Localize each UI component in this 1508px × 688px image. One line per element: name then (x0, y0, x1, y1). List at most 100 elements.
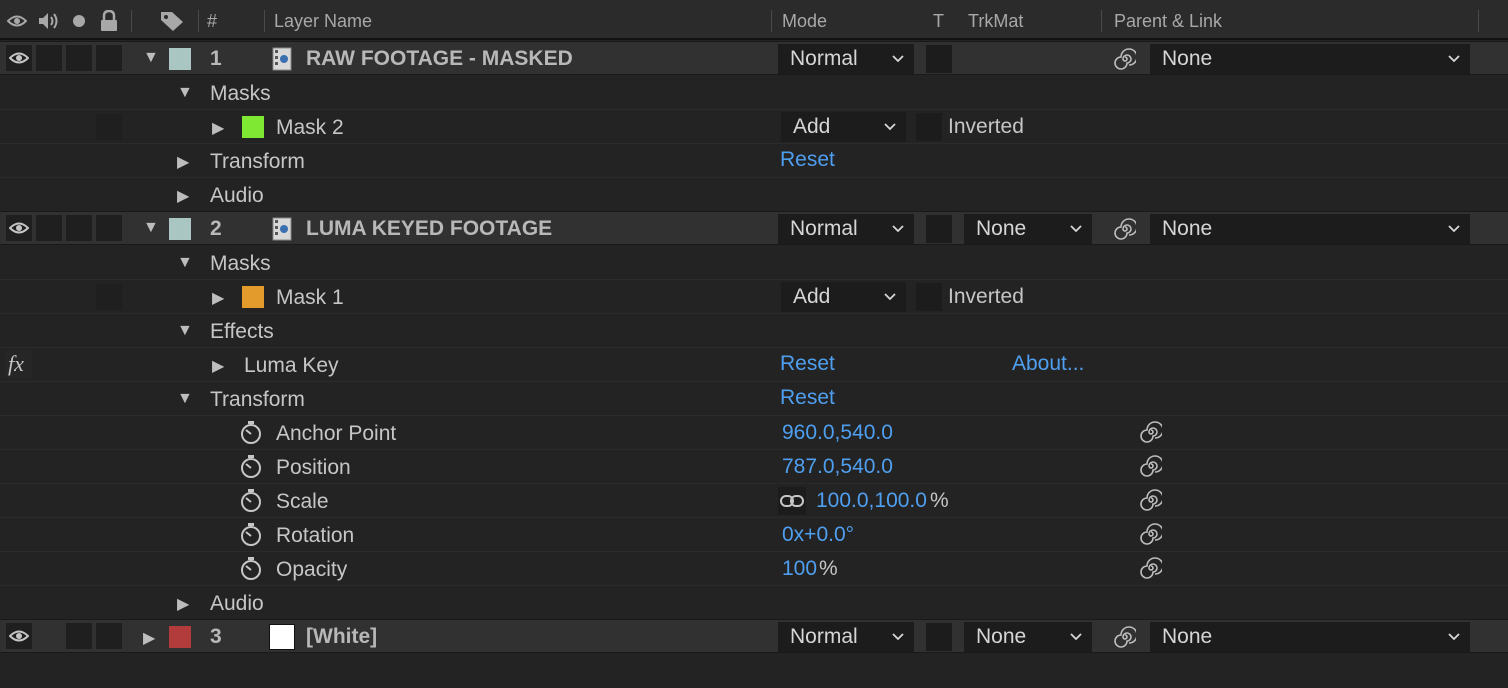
layer-visibility-toggle[interactable] (6, 45, 32, 71)
header-t[interactable]: T (933, 11, 944, 32)
layer-name[interactable]: LUMA KEYED FOOTAGE (306, 217, 552, 241)
pickwhip-spiral-icon[interactable] (1112, 46, 1138, 72)
parent-dropdown[interactable]: None (1150, 44, 1470, 74)
effect-reset-link[interactable]: Reset (780, 352, 835, 376)
lock-toggle[interactable] (96, 45, 122, 71)
collapse-triangle[interactable]: ▶ (212, 118, 224, 138)
preserve-transparency-toggle[interactable] (926, 45, 952, 73)
layer-row[interactable]: ▼ 1 RAW FOOTAGE - MASKED Normal None (0, 41, 1508, 75)
solo-toggle[interactable] (66, 623, 92, 649)
collapse-triangle[interactable]: ▶ (212, 356, 224, 376)
eye-icon[interactable] (6, 8, 28, 34)
mask-color-swatch[interactable] (242, 116, 264, 138)
blend-mode-dropdown[interactable]: Normal (778, 214, 914, 244)
property-row-position[interactable]: Position 787.0,540.0 (0, 450, 1508, 484)
mask-inverted-checkbox[interactable] (916, 113, 942, 141)
solo-toggle[interactable] (66, 45, 92, 71)
property-row-rotation[interactable]: Rotation 0x+0.0° (0, 518, 1508, 552)
pickwhip-spiral-icon[interactable] (1112, 624, 1138, 650)
expand-triangle[interactable]: ▼ (143, 49, 159, 67)
mask-row[interactable]: ▶ Mask 1 Add Inverted (0, 280, 1508, 314)
solo-dot-icon[interactable] (70, 8, 88, 34)
track-matte-dropdown[interactable]: None (964, 214, 1092, 244)
preserve-transparency-toggle[interactable] (926, 623, 952, 651)
solo-toggle[interactable] (66, 215, 92, 241)
blend-mode-dropdown[interactable]: Normal (778, 44, 914, 74)
property-row-opacity[interactable]: Opacity 100 % (0, 552, 1508, 586)
blend-mode-dropdown[interactable]: Normal (778, 622, 914, 652)
layer-visibility-toggle[interactable] (6, 623, 32, 649)
mask-lock-toggle[interactable] (96, 284, 122, 310)
mask-inverted-checkbox[interactable] (916, 283, 942, 311)
lock-icon[interactable] (98, 8, 120, 34)
collapse-triangle[interactable]: ▶ (177, 152, 189, 172)
mask-row[interactable]: ▶ Mask 2 Add Inverted (0, 110, 1508, 144)
mask-name[interactable]: Mask 2 (276, 116, 344, 140)
masks-group-row[interactable]: ▼ Masks (0, 76, 1508, 110)
audio-toggle[interactable] (36, 215, 62, 241)
effects-group-row[interactable]: ▼ Effects (0, 314, 1508, 348)
transform-reset-link[interactable]: Reset (780, 148, 835, 172)
stopwatch-icon[interactable] (238, 454, 264, 480)
pickwhip-spiral-icon[interactable] (1138, 555, 1164, 581)
layer-row[interactable]: ▶ 3 [White] Normal None None (0, 619, 1508, 653)
header-parent-link[interactable]: Parent & Link (1114, 11, 1222, 32)
transform-group-row[interactable]: ▶ Transform Reset (0, 144, 1508, 178)
expand-triangle[interactable]: ▼ (177, 254, 193, 272)
mask-name[interactable]: Mask 1 (276, 286, 344, 310)
mask-color-swatch[interactable] (242, 286, 264, 308)
expand-triangle[interactable]: ▼ (143, 219, 159, 237)
effect-name[interactable]: Luma Key (244, 354, 339, 378)
stopwatch-icon[interactable] (238, 420, 264, 446)
collapse-triangle[interactable]: ▶ (212, 288, 224, 308)
property-value[interactable]: 960.0,540.0 (782, 421, 893, 445)
audio-toggle[interactable] (36, 45, 62, 71)
transform-reset-link[interactable]: Reset (780, 386, 835, 410)
stopwatch-icon[interactable] (238, 488, 264, 514)
mask-mode-dropdown[interactable]: Add (781, 282, 906, 312)
layer-name[interactable]: RAW FOOTAGE - MASKED (306, 47, 573, 71)
expand-triangle[interactable]: ▼ (177, 322, 193, 340)
audio-group-row[interactable]: ▶ Audio (0, 586, 1508, 620)
layer-name[interactable]: [White] (306, 625, 377, 649)
header-layer-name[interactable]: Layer Name (274, 11, 372, 32)
layer-row[interactable]: ▼ 2 LUMA KEYED FOOTAGE Normal None None (0, 211, 1508, 245)
audio-speaker-icon[interactable] (36, 8, 62, 34)
preserve-transparency-toggle[interactable] (926, 215, 952, 243)
layer-visibility-toggle[interactable] (6, 215, 32, 241)
fx-toggle[interactable]: fx (6, 350, 32, 378)
mask-lock-toggle[interactable] (96, 114, 122, 140)
effect-about-link[interactable]: About... (1012, 352, 1084, 376)
pickwhip-spiral-icon[interactable] (1138, 521, 1164, 547)
label-color-swatch[interactable] (169, 48, 191, 70)
masks-group-row[interactable]: ▼ Masks (0, 246, 1508, 280)
effect-row[interactable]: fx ▶ Luma Key Reset About... (0, 348, 1508, 382)
audio-group-row[interactable]: ▶ Audio (0, 178, 1508, 212)
property-value[interactable]: 787.0,540.0 (782, 455, 893, 479)
pickwhip-spiral-icon[interactable] (1138, 487, 1164, 513)
mask-mode-dropdown[interactable]: Add (781, 112, 906, 142)
pickwhip-spiral-icon[interactable] (1138, 453, 1164, 479)
lock-toggle[interactable] (96, 215, 122, 241)
pickwhip-spiral-icon[interactable] (1138, 419, 1164, 445)
collapse-triangle[interactable]: ▶ (177, 186, 189, 206)
expand-triangle[interactable]: ▼ (177, 84, 193, 102)
stopwatch-icon[interactable] (238, 522, 264, 548)
header-trkmat[interactable]: TrkMat (968, 11, 1023, 32)
collapse-triangle[interactable]: ▶ (143, 628, 155, 648)
stopwatch-icon[interactable] (238, 556, 264, 582)
parent-dropdown[interactable]: None (1150, 622, 1470, 652)
collapse-triangle[interactable]: ▶ (177, 594, 189, 614)
track-matte-dropdown[interactable]: None (964, 622, 1092, 652)
parent-dropdown[interactable]: None (1150, 214, 1470, 244)
property-value[interactable]: 100 (782, 557, 817, 581)
lock-toggle[interactable] (96, 623, 122, 649)
header-mode[interactable]: Mode (782, 11, 827, 32)
label-color-swatch[interactable] (169, 626, 191, 648)
property-row-scale[interactable]: Scale 100.0,100.0 % (0, 484, 1508, 518)
property-row-anchor-point[interactable]: Anchor Point 960.0,540.0 (0, 416, 1508, 450)
property-value[interactable]: 100.0,100.0 (816, 489, 927, 513)
label-tag-icon[interactable] (158, 8, 186, 34)
transform-group-row[interactable]: ▼ Transform Reset (0, 382, 1508, 416)
pickwhip-spiral-icon[interactable] (1112, 216, 1138, 242)
